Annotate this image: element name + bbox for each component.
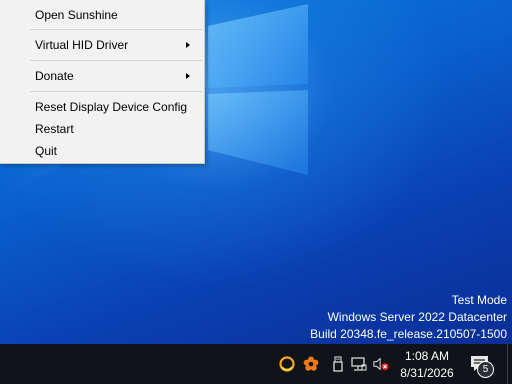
menu-item-label: Virtual HID Driver <box>35 38 129 52</box>
watermark-line-2: Windows Server 2022 Datacenter <box>327 310 507 324</box>
volume-muted-icon[interactable] <box>373 356 389 372</box>
submenu-arrow-icon <box>186 42 190 48</box>
flower-icon[interactable] <box>303 356 319 372</box>
menu-item-donate[interactable]: Donate <box>0 65 204 87</box>
menu-item-quit[interactable]: Quit <box>0 140 204 162</box>
submenu-arrow-icon <box>186 73 190 79</box>
network-icon[interactable] <box>351 356 367 372</box>
taskbar: 1:08 AM 8/31/2026 5 <box>0 344 512 384</box>
sunshine-icon[interactable] <box>279 356 295 372</box>
test-mode-watermark: Test Mode Windows Server 2022 Datacenter… <box>310 292 507 343</box>
menu-item-label: Donate <box>35 69 74 83</box>
menu-item-label: Restart <box>35 122 74 136</box>
menu-item-reset-display-device-config[interactable]: Reset Display Device Config <box>0 96 204 118</box>
menu-item-label: Reset Display Device Config <box>35 100 188 114</box>
watermark-line-1: Test Mode <box>451 293 507 307</box>
show-desktop-button[interactable] <box>507 344 508 384</box>
menu-separator <box>30 91 202 92</box>
notification-count-badge: 5 <box>477 361 494 378</box>
watermark-line-3: Build 20348.fe_release.210507-1500 <box>310 327 507 341</box>
usb-icon[interactable] <box>330 356 346 372</box>
menu-item-label: Quit <box>35 144 58 158</box>
menu-separator <box>30 29 202 30</box>
clock-date: 8/31/2026 <box>400 366 454 380</box>
menu-separator <box>30 60 202 61</box>
clock-time: 1:08 AM <box>404 349 450 363</box>
menu-item-restart[interactable]: Restart <box>0 118 204 140</box>
menu-item-label: Open Sunshine <box>35 8 118 22</box>
menu-item-virtual-hid-driver[interactable]: Virtual HID Driver <box>0 34 204 56</box>
system-clock[interactable]: 1:08 AM 8/31/2026 <box>392 348 462 382</box>
tray-context-menu: Open Sunshine Virtual HID Driver Donate … <box>0 0 205 164</box>
menu-item-open-sunshine[interactable]: Open Sunshine <box>0 4 204 26</box>
